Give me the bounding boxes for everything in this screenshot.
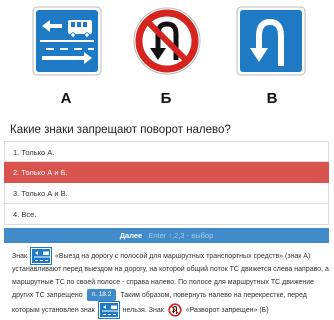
explanation-part-5: «Разворот запрещен» (Б) [185,307,269,315]
bus-lane-sign-icon [32,6,102,76]
bus-lane-mini-sign-icon-2 [97,301,120,320]
answer-option-4[interactable]: 4. Все. [4,204,329,225]
question-text: Какие знаки запрещают поворот налево? [10,124,231,136]
explanation-part-4: нельзя. Знак [122,307,164,315]
explanation-part-1: Знак [12,252,28,260]
u-turn-sign-icon [236,6,306,76]
rule-link-18-2[interactable]: п. 18.2 [86,289,117,301]
no-u-turn-sign-icon [132,6,202,76]
answer-list: 1. Только А. 2. Только А и Б. 3. Только … [4,141,329,225]
answer-option-1[interactable]: 1. Только А. [4,141,329,162]
no-u-turn-mini-sign-icon [168,303,182,317]
signs-row: А Б В [0,0,334,112]
sign-c-label: В [266,90,278,107]
answer-option-2[interactable]: 2. Только А и Б. [4,162,329,183]
sign-b-label: Б [160,90,172,107]
keyboard-hint: Enter ↑,2,3 - выбор [148,231,214,240]
answer-option-3[interactable]: 3. Только А и В. [4,183,329,204]
next-bar: Далее Enter ↑,2,3 - выбор [4,228,329,243]
bus-lane-mini-sign-icon [30,247,53,265]
sign-a-label: А [60,90,72,107]
next-button[interactable]: Далее [120,231,143,240]
explanation-text: Знак «Выезд на дорогу с полосой для марш… [12,247,330,320]
